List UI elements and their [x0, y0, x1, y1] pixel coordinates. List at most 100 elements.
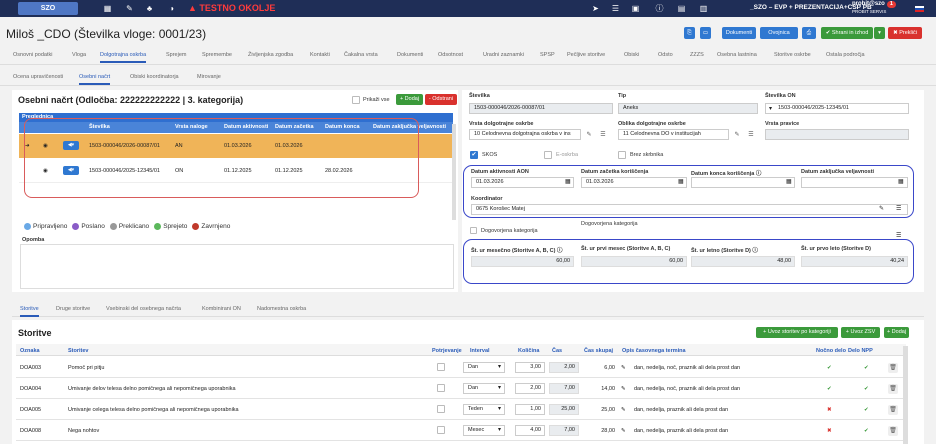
services-col-header[interactable]: Delo NPP — [848, 348, 873, 354]
services-col-header[interactable]: Storitev — [68, 348, 88, 354]
tab-5[interactable]: Življenjska zgodba — [248, 52, 293, 58]
quantity-field[interactable]: 2,00 — [515, 383, 545, 394]
care-type-field[interactable]: 10 Celodnevna dolgotrajna oskrba v ins — [469, 129, 581, 140]
tab-7[interactable]: Čakalna vrsta — [344, 52, 378, 58]
folder-icon[interactable]: ▭ — [700, 27, 711, 39]
add-plan-button[interactable]: + Dodaj — [396, 94, 423, 105]
bell-icon[interactable]: ♣ — [144, 3, 155, 14]
list-icon[interactable]: ☰ — [746, 130, 756, 140]
subtab-0[interactable]: Ocena upravičenosti — [13, 74, 63, 80]
tab-4[interactable]: Spremembe — [202, 52, 232, 58]
remove-plan-button[interactable]: - Odstrani — [425, 94, 457, 105]
agreed-category-checkbox[interactable] — [470, 227, 477, 234]
quantity-field[interactable]: 1,00 — [515, 404, 545, 415]
copy-icon[interactable]: ⎘ — [684, 27, 695, 39]
care-form-field[interactable]: 11 Celodnevna DO v institucijah — [618, 129, 729, 140]
interval-select[interactable]: Dan — [463, 383, 505, 394]
send-icon[interactable]: ➤ — [590, 3, 601, 14]
right-type-field[interactable] — [765, 129, 909, 140]
services-row[interactable]: DOA004 Umivanje delov telesa delno pomičn… — [16, 379, 906, 399]
interval-select[interactable]: Dan — [463, 362, 505, 373]
bottom-tab-4[interactable]: Nadomestna oskrba — [257, 306, 306, 312]
grid-scrollbar[interactable] — [452, 124, 456, 220]
edit-icon[interactable]: ✎ — [621, 400, 626, 420]
services-col-header[interactable]: Čas skupaj — [584, 348, 613, 354]
bottom-tab-3[interactable]: Kombinirani ON — [202, 306, 241, 312]
contrast-icon[interactable]: ◑ — [166, 3, 177, 14]
bottom-tab-2[interactable]: Vsebinski del osebnega načrta — [106, 306, 181, 312]
save-exit-button[interactable]: ✔ Shrani in izhod — [821, 27, 873, 39]
show-all-checkbox[interactable] — [352, 96, 360, 104]
save-icon[interactable]: ▣ — [630, 3, 641, 14]
tab-13[interactable]: Obiski — [624, 52, 639, 58]
confirm-checkbox[interactable] — [437, 405, 445, 413]
chevron-down-icon[interactable]: ▾ — [769, 105, 772, 112]
tab-1[interactable]: Vloga — [72, 52, 86, 58]
confirm-checkbox[interactable] — [437, 426, 445, 434]
subtab-2[interactable]: Obiski koordinatorja — [130, 74, 179, 80]
tab-3[interactable]: Sprejem — [166, 52, 186, 58]
services-col-header[interactable]: Opis časovnega termina — [622, 348, 686, 354]
import-zsv-button[interactable]: + Uvoz ZSV — [841, 327, 880, 338]
tab-14[interactable]: Odsto — [658, 52, 673, 58]
services-col-header[interactable]: Čas — [552, 348, 562, 354]
subtab-1[interactable]: Osebni načrt — [79, 74, 111, 85]
tab-10[interactable]: Uradni zaznamki — [483, 52, 524, 58]
skos-checkbox[interactable]: ✔ — [470, 151, 478, 159]
tab-6[interactable]: Kontakti — [310, 52, 330, 58]
tab-17[interactable]: Storitve oskrbe — [774, 52, 811, 58]
list-icon[interactable]: ☰ — [598, 130, 608, 140]
interval-select[interactable]: Teden — [463, 404, 505, 415]
services-col-header[interactable]: Količina — [518, 348, 539, 354]
cancel-button[interactable]: ✖ Prekliči — [888, 27, 922, 39]
trash-icon[interactable]: 🗑 — [888, 405, 898, 415]
e-care-checkbox[interactable] — [544, 151, 552, 159]
confirm-checkbox[interactable] — [437, 384, 445, 392]
tab-12[interactable]: Pečljive storitve — [567, 52, 605, 58]
tab-2[interactable]: Dolgotrajna oskrba — [100, 52, 147, 63]
services-col-header[interactable]: Interval — [470, 348, 490, 354]
type-field[interactable]: Aneks — [618, 103, 758, 114]
list-icon[interactable]: ☰ — [896, 232, 901, 239]
interval-select[interactable]: Mesec — [463, 425, 505, 436]
services-row[interactable]: DOA003 Pomoč pri pitju Dan 3,00 2,00 6,00 ✎ dan… — [16, 358, 906, 378]
bottom-tab-1[interactable]: Druge storitve — [56, 306, 90, 312]
trash-icon[interactable]: 🗑 — [888, 363, 898, 373]
services-col-header[interactable]: Oznaka — [20, 348, 40, 354]
subtab-3[interactable]: Mirovanje — [197, 74, 221, 80]
import-by-category-button[interactable]: + Uvoz storitev po kategoriji — [756, 327, 838, 338]
number-field[interactable]: 1503-000046/2026-00087/01 — [469, 103, 613, 114]
user-info[interactable]: probit@szo 1 PROBIT SERVIS — [852, 1, 896, 16]
services-row[interactable]: DOA008 Nega nohtov Mesec 4,00 7,00 28,00 ✎ dan,… — [16, 421, 906, 441]
services-col-header[interactable]: Nočno delo — [816, 348, 846, 354]
grid-icon[interactable]: ▦ — [102, 3, 113, 14]
tab-11[interactable]: SPSP — [540, 52, 555, 58]
services-scrollbar[interactable] — [903, 346, 908, 444]
edit-icon[interactable]: ✎ — [621, 358, 626, 378]
app-logo[interactable]: SZO — [18, 2, 78, 15]
info-icon[interactable]: ⓘ — [654, 3, 665, 14]
edit-icon[interactable]: ✎ — [124, 3, 135, 14]
tab-8[interactable]: Dokumenti — [397, 52, 423, 58]
add-service-button[interactable]: + Dodaj — [884, 327, 909, 338]
tab-16[interactable]: Osebna lastnina — [717, 52, 757, 58]
trash-icon[interactable]: 🗑 — [888, 426, 898, 436]
trash-icon[interactable]: 🗑 — [888, 384, 898, 394]
bottom-tab-0[interactable]: Storitve — [20, 306, 39, 317]
note-textarea[interactable] — [20, 244, 454, 289]
tab-18[interactable]: Ostala področja — [826, 52, 865, 58]
edit-icon[interactable]: ✎ — [584, 130, 594, 140]
quantity-field[interactable]: 3,00 — [515, 362, 545, 373]
services-col-header[interactable]: Potrjevanje — [432, 348, 462, 354]
envelope-button[interactable]: Ovojnica — [760, 27, 798, 39]
file-icon[interactable]: ▥ — [698, 3, 709, 14]
edit-icon[interactable]: ✎ — [732, 130, 742, 140]
edit-icon[interactable]: ✎ — [621, 379, 626, 399]
plan-number-field[interactable]: 1503-000046/2025-12345/01 — [765, 103, 909, 114]
no-guardian-checkbox[interactable] — [618, 151, 626, 159]
confirm-checkbox[interactable] — [437, 363, 445, 371]
menu-icon[interactable]: ☰ — [610, 3, 621, 14]
edit-icon[interactable]: ✎ — [621, 421, 626, 441]
tab-0[interactable]: Osnovni podatki — [13, 52, 52, 58]
save-dropdown-button[interactable]: ▾ — [874, 27, 885, 39]
